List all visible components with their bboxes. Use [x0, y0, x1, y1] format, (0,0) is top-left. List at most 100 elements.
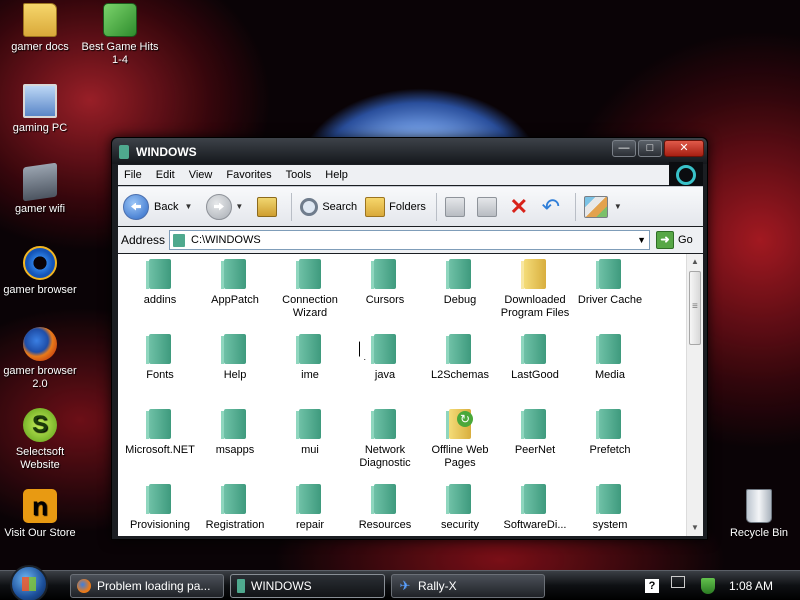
menu-help[interactable]: Help — [325, 169, 348, 181]
scroll-down-icon[interactable]: ▼ — [687, 520, 703, 536]
folder-item[interactable]: Downloaded Program Files — [497, 259, 573, 320]
desktop-icon-recycle-bin[interactable]: Recycle Bin — [719, 489, 799, 540]
chevron-down-icon[interactable]: ▼ — [235, 202, 243, 211]
desktop-icon-gamer-wifi[interactable]: gamer wifi — [0, 162, 80, 216]
folder-item[interactable]: Media — [572, 334, 648, 382]
toolbar-divider — [435, 192, 437, 221]
address-input[interactable] — [191, 234, 632, 246]
taskbar-item-windows[interactable]: WINDOWS — [230, 574, 385, 598]
folder-item[interactable]: Cursors — [347, 259, 423, 307]
move-to-button[interactable] — [444, 196, 469, 217]
back-button[interactable]: Back ▼ — [123, 193, 198, 220]
back-arrow-icon — [123, 193, 149, 220]
menu-edit[interactable]: Edit — [156, 169, 175, 181]
taskbar-item-label: WINDOWS — [251, 579, 312, 593]
folder-label: Downloaded Program Files — [500, 294, 570, 319]
address-combobox[interactable]: ▼ — [169, 230, 651, 250]
menu-view[interactable]: View — [189, 169, 213, 181]
desktop-icon-gamer-docs[interactable]: gamer docs — [0, 3, 80, 54]
folder-item[interactable]: SoftwareDi... — [497, 484, 573, 532]
activity-throbber — [669, 162, 703, 188]
folders-button[interactable]: Folders — [365, 196, 426, 217]
dice-game-icon — [103, 3, 137, 37]
scrollbar-thumb[interactable] — [689, 271, 701, 345]
folder-item[interactable]: mui — [272, 409, 348, 457]
chevron-down-icon[interactable]: ▼ — [637, 235, 646, 245]
chevron-down-icon[interactable]: ▼ — [184, 202, 192, 211]
folder-label: Prefetch — [589, 444, 631, 456]
desktop-icon-gamer-browser[interactable]: gamer browser — [0, 246, 80, 297]
folder-label: addins — [143, 294, 177, 306]
folder-item[interactable]: java — [347, 334, 423, 382]
folder-icon — [173, 233, 186, 247]
folder-item[interactable]: security — [422, 484, 498, 532]
folder-item[interactable]: system — [572, 484, 648, 532]
up-button[interactable] — [257, 196, 281, 217]
folder-item[interactable]: Help — [197, 334, 273, 382]
folder-item[interactable]: Debug — [422, 259, 498, 307]
vertical-scrollbar[interactable]: ▲ ▼ — [686, 254, 703, 536]
folder-up-icon — [257, 196, 278, 217]
folder-item[interactable]: Prefetch — [572, 409, 648, 457]
selectsoft-icon: S — [23, 408, 57, 442]
forward-button[interactable]: ▼ — [206, 193, 249, 220]
close-button[interactable]: ✕ — [664, 140, 704, 157]
folder-item[interactable]: PeerNet — [497, 409, 573, 457]
menu-file[interactable]: File — [124, 169, 142, 181]
explorer-window: WINDOWS — □ ✕ File Edit View Favorites T… — [111, 137, 708, 540]
delete-button[interactable]: ✕ — [509, 195, 533, 217]
go-button[interactable]: ➜ Go — [656, 231, 693, 249]
folder-icon — [596, 259, 621, 289]
start-button[interactable] — [10, 565, 48, 600]
chevron-down-icon: ▼ — [613, 202, 622, 211]
folder-icon — [446, 484, 471, 514]
folder-item[interactable]: Provisioning — [122, 484, 198, 532]
store-icon: n — [23, 489, 57, 523]
folder-item[interactable]: Driver Cache — [572, 259, 648, 307]
desktop-icon-selectsoft[interactable]: S Selectsoft Website — [0, 408, 80, 472]
scroll-up-icon[interactable]: ▲ — [687, 254, 703, 270]
desktop-icon-visit-our-store[interactable]: n Visit Our Store — [0, 489, 80, 540]
taskbar-item-firefox[interactable]: Problem loading pa... — [70, 574, 224, 598]
folder-item[interactable]: Connection Wizard — [272, 259, 348, 320]
folder-item[interactable]: L2Schemas — [422, 334, 498, 382]
help-icon[interactable]: ? — [645, 579, 659, 593]
clock[interactable]: 1:08 AM — [729, 579, 773, 593]
network-icon — [23, 162, 57, 202]
menu-tools[interactable]: Tools — [286, 169, 312, 181]
copy-to-button[interactable] — [476, 196, 501, 217]
folder-item[interactable]: AppPatch — [197, 259, 273, 307]
desktop-icon-gaming-pc[interactable]: gaming PC — [0, 84, 80, 135]
folder-icon — [146, 334, 171, 364]
folder-item[interactable]: Offline Web Pages — [422, 409, 498, 470]
title-bar[interactable]: WINDOWS — □ ✕ — [112, 138, 707, 164]
undo-button[interactable]: ↶ — [541, 195, 565, 217]
folder-item[interactable]: Network Diagnostic — [347, 409, 423, 470]
folder-item[interactable]: Registration — [197, 484, 273, 532]
desktop-icon-best-game-hits[interactable]: Best Game Hits 1-4 — [80, 3, 160, 67]
security-shield-icon[interactable] — [701, 578, 715, 594]
minimize-button[interactable]: — — [612, 140, 636, 157]
taskbar: Problem loading pa... WINDOWS ✈ Rally-X … — [0, 565, 800, 600]
maximize-button[interactable]: □ — [638, 140, 662, 157]
menu-favorites[interactable]: Favorites — [226, 169, 271, 181]
search-button[interactable]: Search — [300, 197, 357, 216]
folder-label: PeerNet — [514, 444, 556, 456]
taskbar-item-rally-x[interactable]: ✈ Rally-X — [391, 574, 545, 598]
folder-icon — [446, 259, 471, 289]
folder-item[interactable]: Resources — [347, 484, 423, 532]
desktop-icon-gamer-browser-2[interactable]: gamer browser 2.0 — [0, 327, 80, 391]
folder-item[interactable]: addins — [122, 259, 198, 307]
folder-item[interactable]: msapps — [197, 409, 273, 457]
folder-icon — [371, 259, 396, 289]
folder-label: Driver Cache — [577, 294, 643, 306]
folder-icon — [371, 484, 396, 514]
network-status-icon[interactable] — [671, 576, 685, 588]
folder-item[interactable]: LastGood — [497, 334, 573, 382]
folder-item[interactable]: Fonts — [122, 334, 198, 382]
views-button[interactable]: ▼ — [583, 195, 628, 218]
folder-icon — [596, 334, 621, 364]
folder-item[interactable]: Microsoft.NET — [122, 409, 198, 457]
folder-item[interactable]: ime — [272, 334, 348, 382]
folder-item[interactable]: repair — [272, 484, 348, 532]
